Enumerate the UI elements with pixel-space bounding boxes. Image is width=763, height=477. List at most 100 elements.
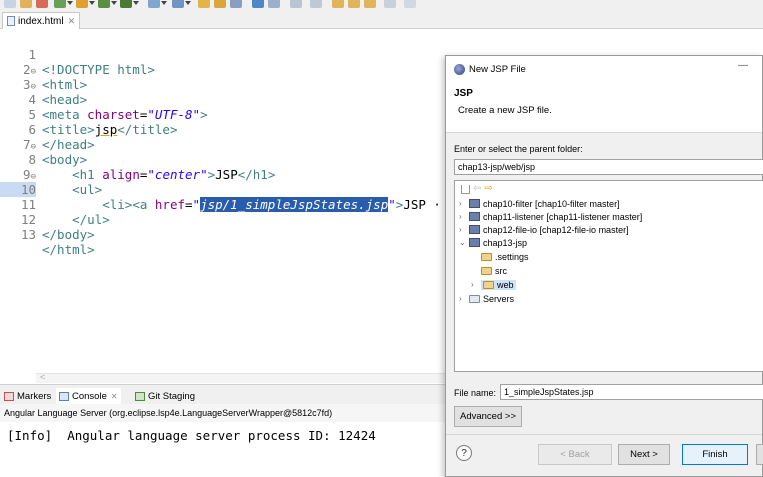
advanced-button[interactable]: Advanced >>: [454, 406, 522, 427]
fold-icon[interactable]: ⊖: [31, 142, 36, 152]
body-tag: <body>: [42, 152, 88, 167]
tab-markers[interactable]: Markers: [4, 388, 51, 404]
tree-item-label: web: [497, 279, 514, 290]
code-line: 9⊖ <ul>: [0, 152, 102, 197]
doctype: <!DOCTYPE html>: [42, 62, 155, 77]
tree-item[interactable]: › chap11-listener [chap11-listener maste…: [459, 210, 642, 223]
code-editor[interactable]: 1 <!DOCTYPE html> 2⊖ <html> 3⊖ <head> 4 …: [0, 29, 445, 384]
eclipse-icon: [454, 63, 465, 75]
tab-git-staging[interactable]: Git Staging: [135, 388, 195, 404]
tree-item[interactable]: › chap10-filter [chap10-filter master]: [459, 197, 620, 210]
folder-icon: [481, 266, 492, 275]
back-button[interactable]: < Back: [538, 444, 612, 465]
forward-arrow-icon[interactable]: ⇨: [484, 184, 492, 194]
tab-console[interactable]: Console ✕: [56, 388, 121, 404]
chevron-down-icon[interactable]: [161, 1, 167, 5]
toolbar-icon-18[interactable]: [348, 0, 360, 8]
cancel-button[interactable]: [756, 444, 763, 465]
expand-icon[interactable]: ›: [471, 280, 479, 289]
tab-label: Markers: [17, 390, 52, 402]
toolbar-icon-21[interactable]: [404, 0, 416, 8]
dialog-header-subtitle: Create a new JSP file.: [458, 105, 552, 116]
code-line: 1 <!DOCTYPE html>: [0, 32, 154, 77]
tab-index-html[interactable]: index.html ✕: [2, 12, 80, 29]
chevron-down-icon[interactable]: [111, 1, 117, 5]
meta-tag: <meta: [42, 107, 88, 122]
toolbar-icon-19[interactable]: [364, 0, 376, 8]
help-icon[interactable]: ?: [456, 445, 472, 461]
fold-icon[interactable]: ⊖: [31, 67, 36, 77]
tree-item[interactable]: › chap12-file-io [chap12-file-io master]: [459, 223, 629, 236]
dialog-header: JSP Create a new JSP file.: [446, 82, 762, 133]
attr-name: charset: [87, 107, 140, 122]
html-tag: <html>: [42, 77, 88, 92]
body-close-tag: </body>: [42, 227, 95, 242]
toolbar-icon-20[interactable]: [384, 0, 396, 8]
parent-folder-input[interactable]: chap13-jsp/web/jsp: [454, 159, 763, 175]
toolbar-icon-2[interactable]: [20, 0, 32, 8]
toolbar-icon-12[interactable]: [230, 0, 242, 8]
file-name-input[interactable]: 1_simpleJspStates.jsp: [500, 384, 763, 400]
toolbar-icon-10[interactable]: [198, 0, 210, 8]
tree-item-label: chap11-listener [chap11-listener master]: [483, 211, 643, 222]
toolbar-icon-13[interactable]: [252, 0, 264, 8]
toolbar-icon-14[interactable]: [268, 0, 280, 8]
toolbar-icon-5[interactable]: [76, 0, 88, 8]
expand-icon[interactable]: ›: [459, 199, 467, 208]
tree-item[interactable]: ⌄ chap13-jsp: [459, 236, 527, 249]
toolbar-icon-17[interactable]: [332, 0, 344, 8]
close-icon[interactable]: ✕: [111, 392, 118, 401]
li-tag: <li>: [102, 197, 133, 212]
chevron-down-icon[interactable]: [89, 1, 95, 5]
tree-item[interactable]: src: [481, 264, 507, 277]
equals: =: [185, 197, 193, 212]
fold-icon[interactable]: ⊖: [31, 82, 36, 92]
back-arrow-icon[interactable]: ⇦: [473, 184, 481, 194]
chevron-down-icon[interactable]: [133, 1, 139, 5]
expand-icon[interactable]: ›: [459, 212, 467, 221]
tag-end: >: [200, 107, 208, 122]
toolbar-icon-6[interactable]: [98, 0, 110, 8]
chevron-down-icon[interactable]: [185, 1, 191, 5]
next-button[interactable]: Next >: [618, 444, 670, 465]
selected-href-value[interactable]: jsp/1_simpleJspStates.jsp: [200, 197, 389, 212]
toolbar-icon-3[interactable]: [36, 0, 48, 8]
editor-horizontal-scrollbar[interactable]: <: [36, 372, 445, 383]
finish-button[interactable]: Finish: [682, 444, 748, 465]
code-line: 11 </ul>: [0, 182, 110, 227]
expand-icon[interactable]: ›: [459, 294, 467, 303]
code-line: 12 </body>: [0, 197, 95, 242]
toolbar-icon-1[interactable]: [4, 0, 16, 8]
toolbar-icon-15[interactable]: [290, 0, 302, 8]
tree-item-label: .settings: [495, 251, 529, 262]
toolbar-icon-9[interactable]: [172, 0, 184, 8]
tree-item[interactable]: › Servers: [459, 292, 514, 305]
toolbar-icon-4[interactable]: [54, 0, 66, 8]
folder-icon: [483, 280, 494, 289]
editor-tab-bar: index.html ✕: [0, 11, 763, 29]
toolbar-icon-11[interactable]: [214, 0, 226, 8]
dialog-titlebar[interactable]: New JSP File —: [446, 56, 762, 82]
scroll-left-icon[interactable]: <: [40, 372, 45, 382]
chevron-down-icon[interactable]: [67, 1, 73, 5]
project-icon: [469, 212, 480, 221]
toolbar-icon-7[interactable]: [120, 0, 132, 8]
project-icon: [469, 199, 480, 208]
minimize-icon[interactable]: —: [738, 60, 748, 71]
toolbar-icon-8[interactable]: [148, 0, 160, 8]
dialog-header-title: JSP: [454, 88, 473, 99]
code-line: 5 <title>jsp</title>: [0, 92, 177, 137]
tree-item-selected[interactable]: › web: [471, 278, 516, 291]
collapse-icon[interactable]: ⌄: [459, 238, 467, 247]
close-icon[interactable]: ✕: [68, 16, 76, 27]
line-number: 13: [20, 227, 36, 242]
link-text: JSP ·: [403, 197, 441, 212]
expand-icon[interactable]: ›: [459, 225, 467, 234]
project-icon: [469, 225, 480, 234]
folder-tree[interactable]: ⇦ ⇨ › chap10-filter [chap10-filter maste…: [454, 180, 763, 372]
home-icon[interactable]: [461, 184, 470, 194]
tree-item[interactable]: .settings: [481, 250, 529, 263]
tab-label: index.html: [18, 15, 64, 27]
toolbar-icon-16[interactable]: [310, 0, 322, 8]
tree-item-label: chap10-filter [chap10-filter master]: [483, 198, 620, 209]
